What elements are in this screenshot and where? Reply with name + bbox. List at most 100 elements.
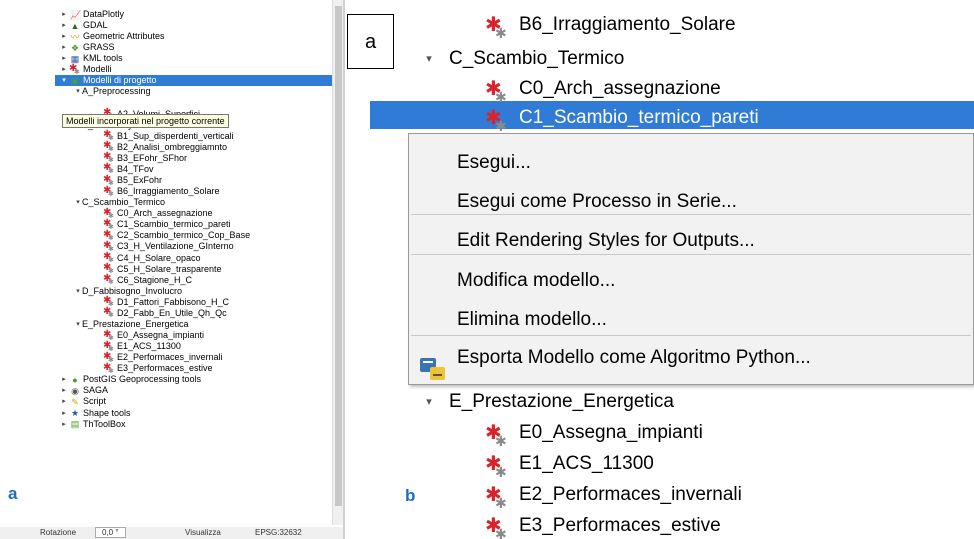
tree-item[interactable]: ▸ ▤ ThToolBox — [60, 419, 125, 430]
collapse-arrow-icon[interactable]: ▸ — [60, 20, 68, 31]
expand-arrow-icon[interactable]: ▾ — [74, 319, 82, 330]
tree-item[interactable]: E0_Assegna_impianti — [485, 418, 703, 456]
tree-item-label: C6_Stagione_H_C — [117, 274, 193, 285]
collapse-arrow-icon[interactable]: ▸ — [60, 385, 68, 396]
expand-arrow-icon[interactable]: ▾ — [419, 44, 439, 74]
menu-item-delete-model[interactable]: Elimina modello... — [457, 309, 607, 331]
tree-item[interactable]: C3_H_Ventilazione_GInterno — [94, 240, 234, 255]
gear-icon — [485, 480, 511, 518]
tree-item[interactable]: C0_Arch_assegnazione — [485, 74, 721, 112]
tree-item-label: PostGIS Geoprocessing tools — [83, 374, 202, 385]
expand-arrow-icon[interactable]: ▾ — [74, 86, 82, 97]
tree-item-label: E0_Assegna_impianti — [117, 330, 205, 341]
tree-item[interactable]: ▸ ● PostGIS Geoprocessing tools — [60, 374, 201, 385]
collapse-arrow-icon[interactable]: ▸ — [60, 408, 68, 419]
tree-item-label: C3_H_Ventilazione_GInterno — [117, 241, 234, 252]
tree-item-label: E0_Assegna_impianti — [519, 422, 703, 443]
tree-item[interactable]: ▸ ▲ GDAL — [60, 20, 107, 31]
tree-item[interactable]: ▸ ✎ Script — [60, 396, 106, 407]
collapse-arrow-icon[interactable]: ▸ — [60, 64, 68, 75]
tree-item[interactable]: ▾ E_Prestazione_Energetica — [419, 387, 674, 417]
tree-item[interactable]: C5_H_Solare_trasparente — [94, 262, 222, 277]
gear-icon — [69, 63, 80, 78]
expand-arrow-icon[interactable]: ▾ — [74, 197, 82, 208]
expand-arrow-icon[interactable]: ▾ — [419, 387, 439, 417]
rotation-input[interactable]: 0,0 ° — [95, 527, 126, 538]
python-export-icon — [420, 358, 445, 380]
menu-item-edit-styles[interactable]: Edit Rendering Styles for Outputs... — [457, 230, 755, 252]
tree-item[interactable]: ▸ Modelli — [60, 63, 112, 78]
gear-icon — [103, 185, 114, 200]
tree-item[interactable]: C6_Stagione_H_C — [94, 273, 193, 288]
gear-icon — [485, 103, 511, 141]
dataplotly-icon: 📈 — [70, 9, 82, 20]
tree-item[interactable]: ▾ C_Scambio_Termico — [419, 44, 624, 74]
tree-item[interactable]: C1_Scambio_termico_pareti — [94, 218, 231, 233]
tree-item[interactable]: D2_Fabb_En_Utile_Qh_Qc — [94, 306, 227, 321]
tree-item-label: D1_Fattori_Fabbisono_H_C — [117, 296, 230, 307]
tree-item[interactable]: B6_Irraggiamento_Solare — [94, 185, 220, 200]
rotation-label: Rotazione — [40, 528, 77, 537]
tree-item-label: E3_Performaces_estive — [117, 363, 213, 374]
collapse-arrow-icon[interactable]: ▸ — [60, 9, 68, 20]
menu-separator — [411, 254, 971, 255]
tree-item[interactable]: ▾ E_Prestazione_Energetica — [74, 319, 188, 330]
tree-item-label: B1_Sup_disperdenti_verticali — [117, 130, 234, 141]
menu-item-batch[interactable]: Esegui come Processo in Serie... — [457, 191, 737, 213]
gear-icon — [485, 449, 511, 487]
tree-item[interactable]: C0_Arch_assegnazione — [94, 207, 213, 222]
tree-item[interactable]: ▾ ▣ Modelli di progetto — [55, 75, 332, 87]
collapse-arrow-icon[interactable]: ▸ — [60, 42, 68, 53]
tree-item[interactable]: ▸ ★ Shape tools — [60, 408, 130, 419]
crs-button[interactable]: EPSG:32632 — [255, 528, 302, 537]
tree-item[interactable]: ▾ D_Fabbisogno_Involucro — [74, 286, 182, 297]
collapse-arrow-icon[interactable]: ▸ — [60, 53, 68, 64]
tree-item-label: C4_H_Solare_opaco — [117, 252, 201, 263]
collapse-arrow-icon[interactable]: ▸ — [60, 396, 68, 407]
tree-item[interactable]: ▸ ❖ GRASS — [60, 42, 114, 53]
tree-item-label: C5_H_Solare_trasparente — [117, 263, 222, 274]
postgis-icon: ● — [72, 374, 78, 385]
panel-label-a: a — [8, 484, 18, 503]
tree-item[interactable]: E2_Performaces_invernali — [94, 351, 223, 366]
tree-item-label: E_Prestazione_Energetica — [449, 391, 674, 412]
tree-item[interactable] — [94, 98, 102, 109]
collapse-arrow-icon[interactable]: ▸ — [60, 374, 68, 385]
tree-item[interactable]: E3_Performaces_estive — [485, 511, 721, 539]
panel-label-b: b — [405, 486, 416, 505]
tree-item[interactable]: B1_Sup_disperdenti_verticali — [94, 129, 234, 144]
tree-item[interactable]: ▸ 📈 DataPlotly — [60, 9, 124, 20]
collapse-arrow-icon[interactable]: ▸ — [60, 419, 68, 430]
tree-item[interactable]: ▾ A_Preprocessing — [74, 86, 151, 97]
expand-arrow-icon[interactable]: ▾ — [60, 75, 68, 86]
tree-item-label: KML tools — [83, 53, 123, 64]
tree-item[interactable]: ▸ ◉ SAGA — [60, 385, 108, 396]
tree-item[interactable]: E2_Performaces_invernali — [485, 480, 742, 518]
tree-item[interactable]: ▾ C_Scambio_Termico — [74, 197, 165, 208]
tree-item[interactable]: B6_Irraggiamento_Solare — [485, 10, 736, 48]
script-icon: ✎ — [71, 396, 79, 407]
tree-item-label: Modelli — [83, 64, 112, 75]
vertical-scrollbar[interactable] — [332, 0, 343, 525]
tree-item[interactable]: C2_Scambio_termico_Cop_Base — [94, 229, 250, 244]
tree-item[interactable]: D1_Fattori_Fabbisono_H_C — [94, 295, 230, 310]
scrollbar-thumb[interactable] — [335, 6, 342, 506]
tree-item[interactable]: ▸ 〰 Geometric Attributes — [60, 31, 164, 42]
gear-icon — [485, 10, 511, 48]
expand-arrow-icon[interactable]: ▾ — [74, 286, 82, 297]
tree-item[interactable]: B2_Analisi_ombreggiamnto — [94, 140, 227, 155]
tree-item-label: Modelli di progetto — [83, 75, 157, 86]
tree-item[interactable]: E1_ACS_11300 — [485, 449, 654, 487]
menu-item-edit-model[interactable]: Modifica modello... — [457, 270, 615, 292]
menu-item-execute[interactable]: Esegui... — [457, 152, 531, 174]
processing-toolbox-panel: ▸ 📈 DataPlotly ▸ ▲ GDAL ▸ 〰 Geometric Attributes… — [0, 0, 343, 539]
menu-item-export-python[interactable]: Esporta Modello come Algoritmo Python... — [457, 347, 811, 369]
tree-item-label: D_Fabbisogno_Involucro — [82, 285, 183, 296]
tree-item-label: A_Preprocessing — [82, 86, 151, 97]
collapse-arrow-icon[interactable]: ▸ — [60, 31, 68, 42]
gear-icon — [485, 511, 511, 539]
render-checkbox-label[interactable]: Visualizza — [185, 528, 221, 537]
tree-item[interactable]: C1_Scambio_termico_pareti — [485, 103, 759, 141]
tree-item[interactable]: E3_Performaces_estive — [94, 362, 213, 377]
menu-separator — [411, 214, 971, 215]
